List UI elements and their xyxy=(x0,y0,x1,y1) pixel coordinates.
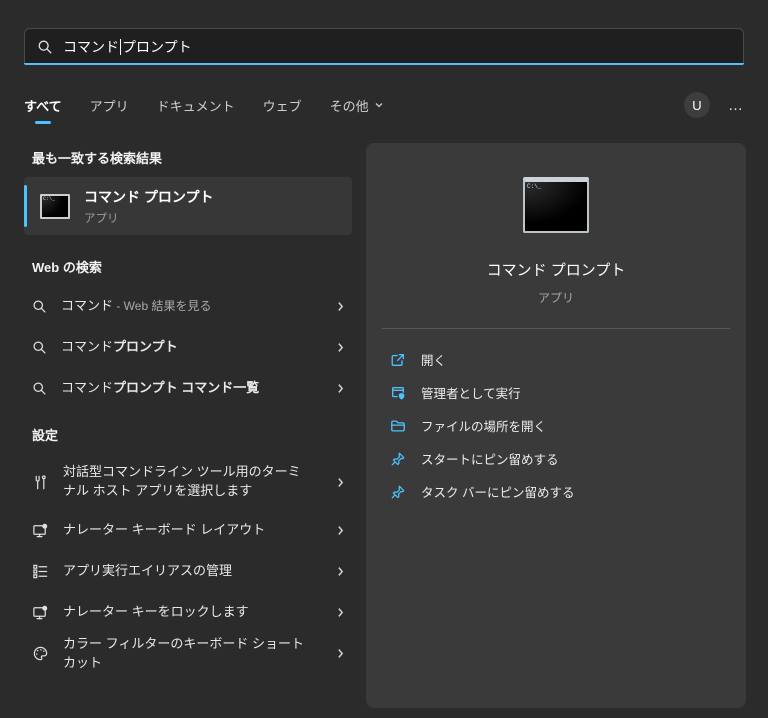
web-search-label: コマンド - Web 結果を見る xyxy=(61,298,212,314)
tab-web[interactable]: ウェブ xyxy=(263,96,302,115)
narrator-display-icon xyxy=(32,522,49,539)
chevron-right-icon xyxy=(338,526,344,535)
pin-icon xyxy=(390,451,406,467)
best-match-title: コマンド プロンプト xyxy=(84,188,214,205)
search-icon xyxy=(32,340,47,355)
web-search-heading: Web の検索 xyxy=(32,260,102,275)
more-options-button[interactable]: … xyxy=(728,97,744,114)
search-icon xyxy=(32,381,47,396)
action-open-file-location[interactable]: ファイルの場所を開く xyxy=(376,409,736,442)
tools-icon xyxy=(32,474,49,491)
pin-icon xyxy=(390,484,406,500)
tab-more[interactable]: その他 xyxy=(330,96,384,115)
best-match-heading: 最も一致する検索結果 xyxy=(32,151,163,166)
chevron-down-icon xyxy=(375,103,383,108)
settings-label: ナレーター キーボード レイアウト xyxy=(63,522,266,538)
results-column: 最も一致する検索結果 コマンド プロンプト アプリ Web の検索 コマンド -… xyxy=(24,148,354,674)
chevron-right-icon xyxy=(338,302,344,311)
chevron-right-icon xyxy=(338,343,344,352)
settings-label: 対話型コマンドライン ツール用のターミナル ホスト アプリを選択します xyxy=(63,464,301,498)
tab-documents[interactable]: ドキュメント xyxy=(157,96,235,115)
action-pin-to-taskbar[interactable]: タスク バーにピン留めする xyxy=(376,475,736,508)
list-icon xyxy=(32,563,49,580)
action-open[interactable]: 開く xyxy=(376,343,736,376)
action-list: 開く 管理者として実行 ファイルの場所を開く スタートにピン留めする タスク バ… xyxy=(366,339,746,512)
chevron-right-icon xyxy=(338,477,344,487)
web-search-result[interactable]: コマンドプロンプト コマンド一覧 xyxy=(24,368,354,409)
settings-result[interactable]: 対話型コマンドライン ツール用のターミナル ホスト アプリを選択します xyxy=(24,454,354,510)
action-run-as-admin[interactable]: 管理者として実行 xyxy=(376,376,736,409)
search-icon xyxy=(37,39,53,55)
open-external-icon xyxy=(390,352,406,368)
action-label: 管理者として実行 xyxy=(421,387,521,401)
divider xyxy=(382,328,730,329)
chevron-right-icon xyxy=(338,567,344,576)
web-search-result[interactable]: コマンドプロンプト xyxy=(24,327,354,368)
preview-title: コマンド プロンプト xyxy=(486,262,626,279)
tab-apps[interactable]: アプリ xyxy=(90,96,129,115)
web-search-result[interactable]: コマンド - Web 結果を見る xyxy=(24,286,354,327)
avatar[interactable]: U xyxy=(684,92,710,118)
cmd-app-icon xyxy=(40,193,70,219)
action-pin-to-start[interactable]: スタートにピン留めする xyxy=(376,442,736,475)
search-input[interactable]: コマンド プロンプト xyxy=(24,28,744,64)
action-label: 開く xyxy=(421,354,447,368)
tab-all[interactable]: すべて xyxy=(24,96,62,115)
chevron-right-icon xyxy=(338,384,344,393)
settings-result[interactable]: カラー フィルターのキーボード ショートカット xyxy=(24,633,354,674)
settings-label: アプリ実行エイリアスの管理 xyxy=(63,563,233,579)
settings-result[interactable]: アプリ実行エイリアスの管理 xyxy=(24,551,354,592)
web-search-label: コマンドプロンプト xyxy=(61,339,178,355)
selection-accent-bar xyxy=(24,185,27,227)
action-label: タスク バーにピン留めする xyxy=(421,486,575,500)
text-caret xyxy=(120,38,121,55)
search-accent-underline xyxy=(24,63,744,65)
web-search-label: コマンドプロンプト コマンド一覧 xyxy=(61,380,260,396)
action-label: ファイルの場所を開く xyxy=(421,420,547,434)
settings-label: カラー フィルターのキーボード ショートカット xyxy=(63,635,304,670)
search-query-text: コマンド プロンプト xyxy=(63,38,192,55)
settings-heading: 設定 xyxy=(32,428,59,443)
palette-icon xyxy=(32,645,49,662)
narrator-display-icon xyxy=(32,604,49,621)
run-as-admin-icon xyxy=(390,385,406,401)
settings-result[interactable]: ナレーター キーボード レイアウト xyxy=(24,510,354,551)
best-match-item[interactable]: コマンド プロンプト アプリ xyxy=(24,177,352,235)
best-match-type: アプリ xyxy=(84,212,119,225)
preview-panel: コマンド プロンプト アプリ 開く 管理者として実行 xyxy=(366,143,746,708)
search-icon xyxy=(32,299,47,314)
settings-label: ナレーター キーをロックします xyxy=(63,604,249,620)
settings-result[interactable]: ナレーター キーをロックします xyxy=(24,592,354,633)
chevron-right-icon xyxy=(338,649,344,658)
preview-subtitle: アプリ xyxy=(537,291,574,305)
filter-tabs: すべて アプリ ドキュメント ウェブ その他 U … xyxy=(24,90,744,120)
folder-icon xyxy=(390,418,406,434)
chevron-right-icon xyxy=(338,608,344,617)
cmd-app-icon-large xyxy=(523,177,589,233)
action-label: スタートにピン留めする xyxy=(421,453,559,467)
